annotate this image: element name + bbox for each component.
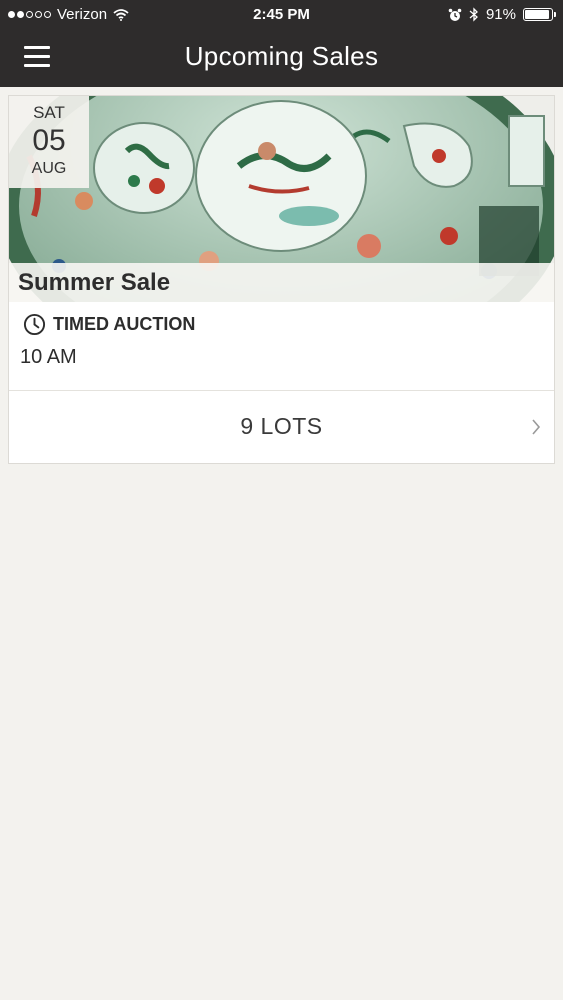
- date-month: AUG: [31, 160, 67, 177]
- lots-count: 9 LOTS: [240, 413, 323, 439]
- alarm-icon: [448, 8, 462, 21]
- title-band: Summer Sale: [9, 263, 554, 302]
- sale-image[interactable]: SAT 05 AUG Summer Sale: [9, 96, 554, 302]
- battery-icon: [523, 8, 556, 21]
- sale-type: TIMED AUCTION: [53, 314, 196, 334]
- lots-button[interactable]: 9 LOTS: [9, 391, 554, 464]
- sale-time: 10 AM: [20, 346, 77, 368]
- date-day: 05: [32, 124, 66, 157]
- status-right: 91%: [448, 6, 556, 23]
- battery-percent: 91%: [485, 6, 516, 23]
- page-title: Upcoming Sales: [184, 41, 379, 71]
- nav-bar: Upcoming Sales: [0, 30, 563, 87]
- bluetooth-icon: [469, 7, 478, 22]
- date-weekday: SAT: [33, 103, 65, 122]
- clock-icon: [23, 313, 46, 336]
- status-bar: Verizon 2:45 PM 91%: [0, 0, 563, 30]
- sale-type-row: TIMED AUCTION: [23, 313, 195, 336]
- sale-title[interactable]: Summer Sale: [18, 269, 170, 297]
- chevron-right-icon: [532, 419, 541, 435]
- date-badge: SAT 05 AUG: [9, 96, 89, 188]
- sale-card[interactable]: SAT 05 AUG Summer Sale TIMED AUCTION 10 …: [8, 95, 555, 464]
